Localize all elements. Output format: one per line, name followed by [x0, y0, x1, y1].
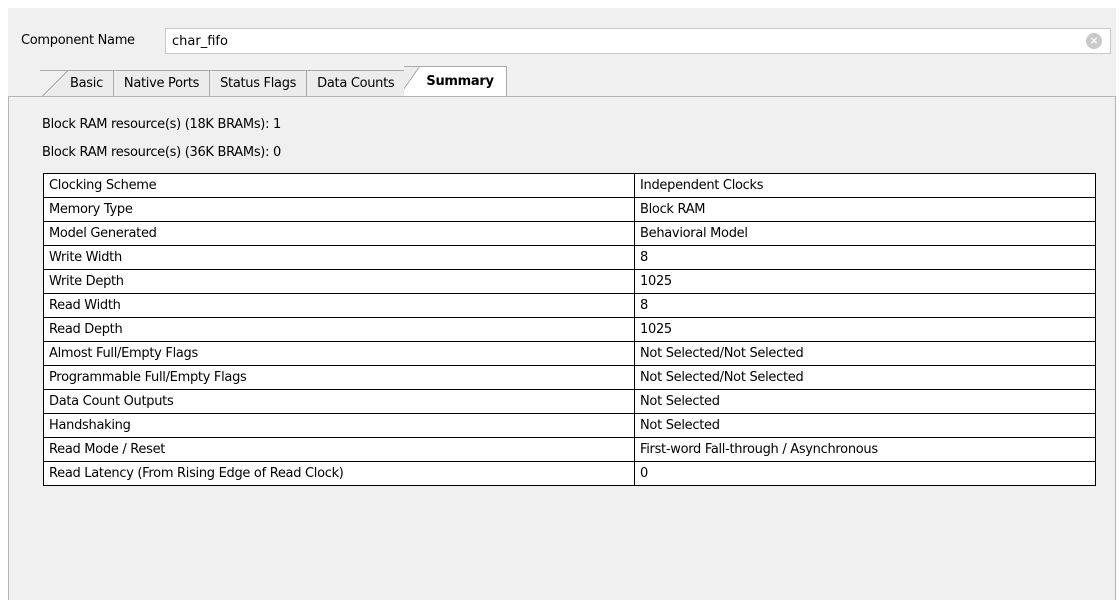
tab-data-counts[interactable]: Data Counts — [306, 70, 406, 96]
summary-table: Clocking Scheme Independent Clocks Memor… — [43, 173, 1096, 486]
table-row: Model Generated Behavioral Model — [43, 221, 1096, 246]
component-name-label: Component Name — [21, 33, 135, 48]
row-key: Data Count Outputs — [43, 389, 635, 414]
table-row: Read Depth 1025 — [43, 317, 1096, 342]
row-value: Independent Clocks — [634, 173, 1096, 198]
row-value: Not Selected — [634, 413, 1096, 438]
tab-label: Status Flags — [220, 76, 297, 91]
tab-basic[interactable]: Basic — [40, 70, 114, 96]
table-row: Data Count Outputs Not Selected — [43, 389, 1096, 414]
row-value: 1025 — [634, 269, 1096, 294]
row-value: 1025 — [634, 317, 1096, 342]
table-row: Programmable Full/Empty Flags Not Select… — [43, 365, 1096, 390]
table-row: Read Latency (From Rising Edge of Read C… — [43, 461, 1096, 486]
row-key: Read Width — [43, 293, 635, 318]
clear-icon[interactable]: × — [1086, 33, 1102, 49]
component-name-value: char_fifo — [172, 33, 228, 49]
row-key: Read Mode / Reset — [43, 437, 635, 462]
row-key: Memory Type — [43, 197, 635, 222]
table-row: Memory Type Block RAM — [43, 197, 1096, 222]
tab-native-ports[interactable]: Native Ports — [112, 70, 211, 96]
row-key: Read Latency (From Rising Edge of Read C… — [43, 461, 635, 486]
table-row: Handshaking Not Selected — [43, 413, 1096, 438]
row-key: Clocking Scheme — [43, 173, 635, 198]
row-value: 8 — [634, 293, 1096, 318]
row-value: Behavioral Model — [634, 221, 1096, 246]
tab-label: Data Counts — [317, 76, 395, 91]
row-value: Block RAM — [634, 197, 1096, 222]
table-row: Read Mode / Reset First-word Fall-throug… — [43, 437, 1096, 462]
tab-status-flags[interactable]: Status Flags — [209, 70, 308, 96]
summary-tab-content: Block RAM resource(s) (18K BRAMs): 1 Blo… — [8, 96, 1116, 600]
tab-label: Native Ports — [123, 76, 200, 91]
table-row: Write Depth 1025 — [43, 269, 1096, 294]
row-key: Handshaking — [43, 413, 635, 438]
row-value: 0 — [634, 461, 1096, 486]
component-name-input[interactable]: char_fifo × — [165, 28, 1111, 54]
table-row: Read Width 8 — [43, 293, 1096, 318]
bram18-info: Block RAM resource(s) (18K BRAMs): 1 — [42, 117, 281, 132]
row-key: Write Depth — [43, 269, 635, 294]
tab-label: Basic — [70, 76, 103, 91]
row-key: Write Width — [43, 245, 635, 270]
tab-summary[interactable]: Summary — [404, 66, 507, 96]
tab-bar: Basic Native Ports Status Flags Data Cou… — [40, 66, 507, 96]
row-value: Not Selected/Not Selected — [634, 341, 1096, 366]
table-row: Clocking Scheme Independent Clocks — [43, 173, 1096, 198]
row-key: Almost Full/Empty Flags — [43, 341, 635, 366]
row-value: Not Selected — [634, 389, 1096, 414]
row-value: First-word Fall-through / Asynchronous — [634, 437, 1096, 462]
bram36-info: Block RAM resource(s) (36K BRAMs): 0 — [42, 145, 281, 160]
row-value: Not Selected/Not Selected — [634, 365, 1096, 390]
row-value: 8 — [634, 245, 1096, 270]
table-row: Write Width 8 — [43, 245, 1096, 270]
row-key: Read Depth — [43, 317, 635, 342]
row-key: Programmable Full/Empty Flags — [43, 365, 635, 390]
tab-label: Summary — [426, 74, 494, 89]
row-key: Model Generated — [43, 221, 635, 246]
table-row: Almost Full/Empty Flags Not Selected/Not… — [43, 341, 1096, 366]
